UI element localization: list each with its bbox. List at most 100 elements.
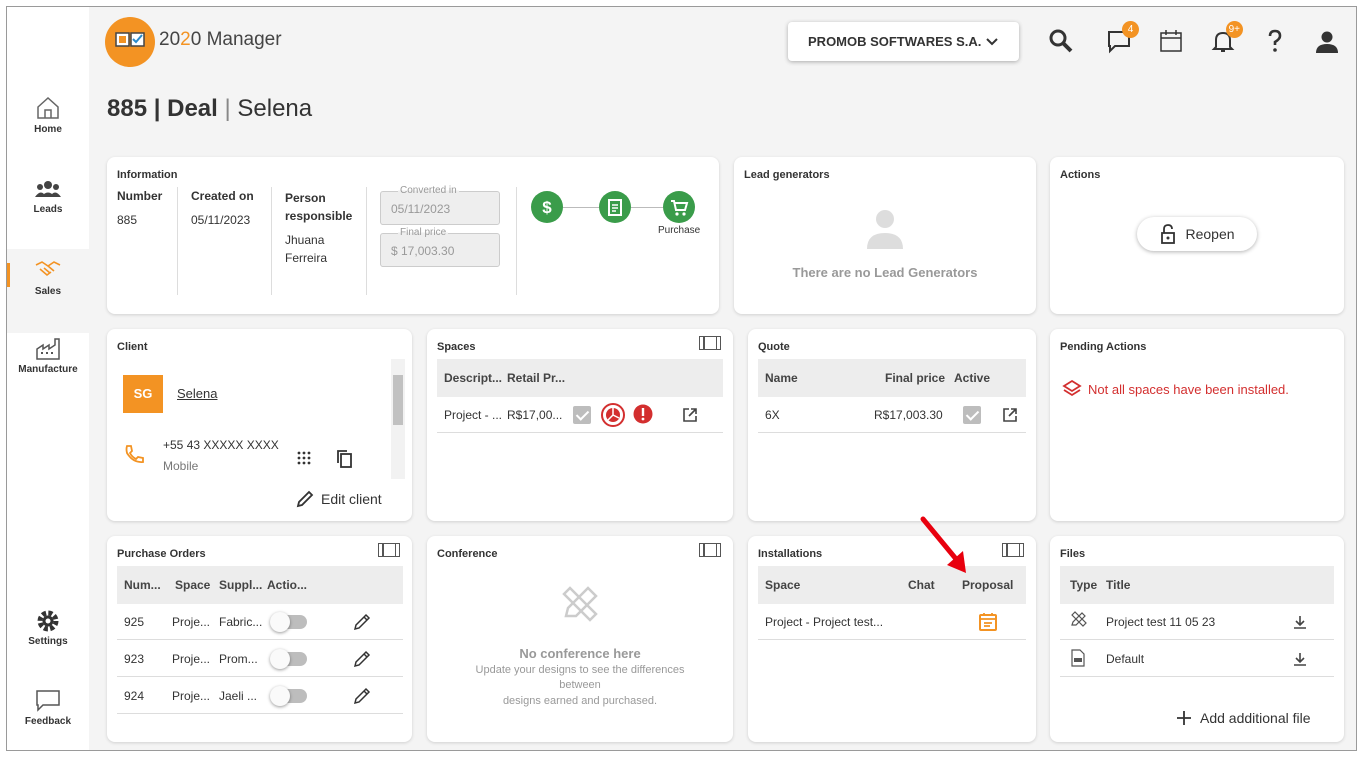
table-row[interactable]: Project test 11 05 23 [1060, 604, 1334, 640]
person-label: Person responsible [285, 191, 353, 223]
converted-field: Converted in 05/11/2023 [380, 185, 500, 225]
table-row[interactable]: 925 Proje... Fabric... [117, 604, 403, 640]
checkbox[interactable] [963, 406, 981, 424]
stage-money[interactable]: $ [531, 191, 563, 223]
expand-icon[interactable] [1002, 543, 1024, 557]
checkbox[interactable] [573, 406, 591, 424]
stage-label: Purchase [658, 225, 701, 236]
sidebar-item-feedback[interactable]: Feedback [7, 689, 89, 750]
card-title: Lead generators [744, 169, 830, 181]
pencil-icon[interactable] [352, 612, 372, 632]
card-title: Installations [758, 548, 823, 560]
card-title: Files [1060, 548, 1086, 560]
card-title: Purchase Orders [117, 548, 206, 560]
installations-card: Installations Space Chat Proposal Projec… [748, 536, 1036, 742]
cart-icon [671, 200, 689, 216]
add-file-button[interactable]: Add additional file [1176, 710, 1311, 726]
card-title: Client [117, 341, 148, 353]
number-value: 885 [117, 213, 138, 227]
reopen-button[interactable]: Reopen [1137, 217, 1257, 251]
design-file-icon [1071, 611, 1087, 627]
pencil-icon[interactable] [352, 686, 372, 706]
expand-icon[interactable] [378, 543, 400, 557]
files-header: Type Title [1060, 566, 1334, 604]
sidebar-item-label: Settings [28, 636, 68, 647]
people-icon [35, 181, 61, 197]
files-card: Files Type Title Project test 11 05 23 D… [1050, 536, 1344, 742]
dollar-icon: $ [542, 198, 552, 217]
help-button[interactable] [1261, 27, 1289, 55]
pencil-icon[interactable] [352, 649, 372, 669]
sidebar: Home Leads Sales Manufacture Settings Fe… [7, 7, 89, 750]
pie-chart-icon[interactable] [600, 402, 626, 428]
lead-generators-card: Lead generators There are no Lead Genera… [734, 157, 1036, 314]
notifications-button[interactable]: 9+ [1209, 21, 1243, 55]
table-row[interactable]: Project - ... R$17,00... [437, 397, 723, 433]
notifications-badge: 9+ [1225, 21, 1243, 38]
design-tools-icon [562, 586, 598, 622]
stage-proposal[interactable] [599, 191, 631, 223]
copy-icon[interactable] [336, 449, 354, 469]
open-external-icon[interactable] [1002, 407, 1018, 423]
expand-icon[interactable] [699, 543, 721, 557]
edit-client-button[interactable]: Edit client [295, 489, 382, 509]
user-icon [1316, 31, 1338, 53]
messages-button[interactable]: 4 [1105, 21, 1139, 55]
conference-card: Conference No conference here Update you… [427, 536, 733, 742]
toggle[interactable] [270, 686, 307, 706]
pending-actions-card: Pending Actions Not all spaces have been… [1050, 329, 1344, 521]
download-icon[interactable] [1292, 651, 1308, 667]
table-row[interactable]: 924 Proje... Jaeli ... [117, 678, 403, 714]
proposal-document-icon[interactable] [978, 612, 998, 632]
table-row[interactable]: 6X R$17,003.30 [758, 397, 1026, 433]
card-title: Information [117, 169, 178, 181]
download-icon[interactable] [1292, 614, 1308, 630]
table-row[interactable]: Default [1060, 641, 1334, 677]
company-selector[interactable]: PROMOB SOFTWARES S.A. [788, 22, 1019, 61]
sidebar-item-manufacture[interactable]: Manufacture [7, 337, 89, 417]
chat-bubble-icon [36, 690, 60, 712]
sidebar-item-settings[interactable]: Settings [7, 609, 89, 689]
client-avatar: SG [123, 375, 163, 413]
expand-icon[interactable] [699, 336, 721, 350]
table-row[interactable]: Project - Project test... [758, 604, 1026, 640]
table-row[interactable]: 923 Proje... Prom... [117, 641, 403, 677]
alert-icon[interactable] [633, 404, 653, 424]
user-button[interactable] [1313, 27, 1341, 55]
stage-purchase[interactable] [663, 191, 695, 223]
client-phone: +55 43 XXXXX XXXX [163, 438, 279, 452]
pending-message[interactable]: Not all spaces have been installed. [1088, 382, 1289, 397]
pencil-icon [296, 490, 314, 508]
toggle[interactable] [270, 612, 307, 632]
open-external-icon[interactable] [682, 407, 698, 423]
sidebar-item-sales[interactable]: Sales [7, 249, 89, 333]
search-button[interactable] [1047, 27, 1075, 55]
created-value: 05/11/2023 [191, 213, 251, 227]
person-placeholder-icon [867, 210, 903, 249]
messages-badge: 4 [1122, 21, 1139, 38]
phone-icon [125, 445, 144, 463]
plus-icon [1177, 711, 1191, 725]
sidebar-item-home[interactable]: Home [7, 95, 89, 175]
search-icon [1049, 29, 1073, 53]
calendar-button[interactable] [1157, 27, 1185, 55]
sidebar-item-leads[interactable]: Leads [7, 177, 89, 257]
empty-title: No conference here [519, 646, 641, 661]
help-icon [1268, 29, 1282, 52]
dialpad-icon[interactable] [297, 451, 311, 467]
client-name-link[interactable]: Selena [177, 386, 217, 401]
edit-client-label: Edit client [321, 491, 382, 507]
clipboard-icon [608, 199, 622, 216]
client-scrollbar[interactable] [391, 359, 405, 479]
toggle[interactable] [270, 649, 307, 669]
number-label: Number [117, 189, 163, 203]
empty-line: Update your designs to see the differenc… [475, 664, 685, 676]
top-bar: 2020 Manager PROMOB SOFTWARES S.A. 4 9+ [89, 7, 1356, 77]
gear-icon [37, 610, 59, 632]
handshake-icon [35, 261, 61, 277]
add-file-label: Add additional file [1200, 710, 1311, 726]
sidebar-item-label: Home [34, 124, 62, 135]
pdf-file-icon [1071, 649, 1085, 667]
active-indicator [7, 263, 10, 287]
app-logo[interactable] [105, 17, 155, 67]
